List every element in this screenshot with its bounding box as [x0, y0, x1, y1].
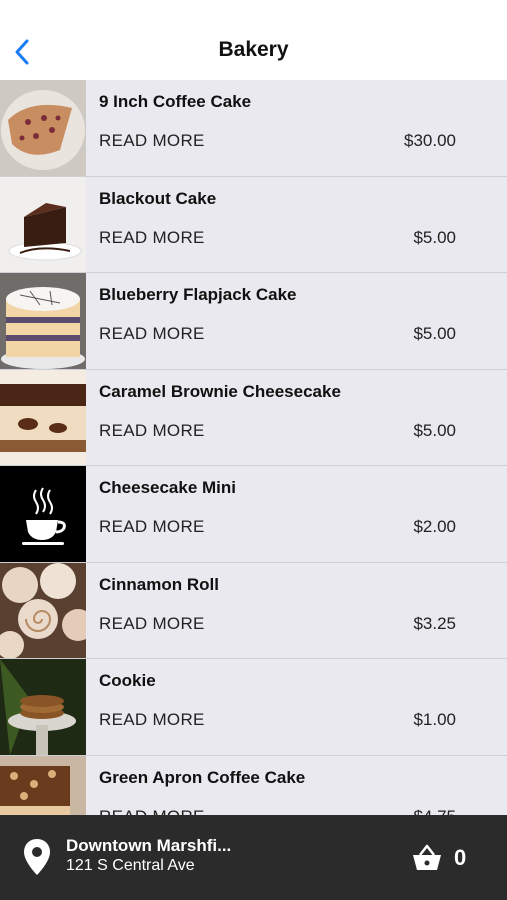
product-thumbnail	[0, 755, 86, 815]
product-name: Blueberry Flapjack Cake	[99, 285, 297, 304]
product-price: $5.00	[413, 324, 456, 343]
map-pin-icon[interactable]	[22, 837, 52, 877]
product-price: $2.00	[413, 517, 456, 536]
product-name: Cheesecake Mini	[99, 478, 237, 497]
product-price: $30.00	[404, 131, 456, 150]
product-row[interactable]: Green Apron Coffee Cake READ MORE $4.75	[0, 755, 507, 816]
read-more-link[interactable]: READ MORE	[99, 131, 205, 151]
product-price: $5.00	[413, 420, 456, 440]
product-price: $1.00	[413, 710, 456, 729]
product-row[interactable]: Cookie READ MORE $1.00	[0, 659, 507, 756]
product-row[interactable]: Blackout Cake READ MORE $5.00	[0, 176, 507, 273]
read-more-link[interactable]: READ MORE	[99, 421, 205, 441]
product-thumbnail	[0, 562, 86, 658]
product-name: Green Apron Coffee Cake	[99, 767, 306, 787]
read-more-link[interactable]: READ MORE	[99, 807, 205, 816]
product-name: Cookie	[99, 671, 156, 690]
read-more-link[interactable]: READ MORE	[99, 324, 205, 344]
product-price: $3.25	[413, 613, 456, 633]
page-title: Bakery	[218, 38, 289, 61]
product-name: Cinnamon Roll	[99, 574, 219, 594]
basket-icon[interactable]	[411, 843, 443, 873]
product-row[interactable]: Cheesecake Mini READ MORE $2.00	[0, 466, 507, 563]
product-thumbnail	[0, 273, 86, 369]
product-thumbnail	[0, 369, 86, 465]
store-address: 121 S Central Ave	[66, 857, 195, 874]
product-row[interactable]: Cinnamon Roll READ MORE $3.25	[0, 562, 507, 659]
product-price: $4.75	[413, 807, 456, 816]
product-thumbnail	[0, 659, 86, 755]
product-row[interactable]: 9 Inch Coffee Cake READ MORE $30.00	[0, 80, 507, 177]
store-name[interactable]: Downtown Marshfi...	[66, 836, 231, 856]
product-name: Blackout Cake	[99, 188, 217, 208]
product-row[interactable]: Blueberry Flapjack Cake READ MORE $5.00	[0, 273, 507, 370]
product-list[interactable]: 9 Inch Coffee Cake READ MORE $30.00 Blac…	[0, 80, 507, 815]
product-thumbnail	[0, 466, 86, 562]
navigation-bar: Bakery	[0, 0, 507, 80]
product-thumbnail	[0, 80, 86, 176]
product-name: 9 Inch Coffee Cake	[99, 92, 252, 111]
product-row[interactable]: Caramel Brownie Cheesecake READ MORE $5.…	[0, 369, 507, 466]
cart-count[interactable]: 0	[454, 845, 466, 871]
store-footer: Downtown Marshfi... 121 S Central Ave 0	[0, 815, 507, 900]
read-more-link[interactable]: READ MORE	[99, 228, 205, 248]
product-price: $5.00	[413, 227, 456, 247]
read-more-link[interactable]: READ MORE	[99, 517, 205, 537]
product-thumbnail	[0, 176, 86, 272]
read-more-link[interactable]: READ MORE	[99, 710, 205, 730]
read-more-link[interactable]: READ MORE	[99, 614, 205, 634]
product-name: Caramel Brownie Cheesecake	[99, 381, 341, 401]
